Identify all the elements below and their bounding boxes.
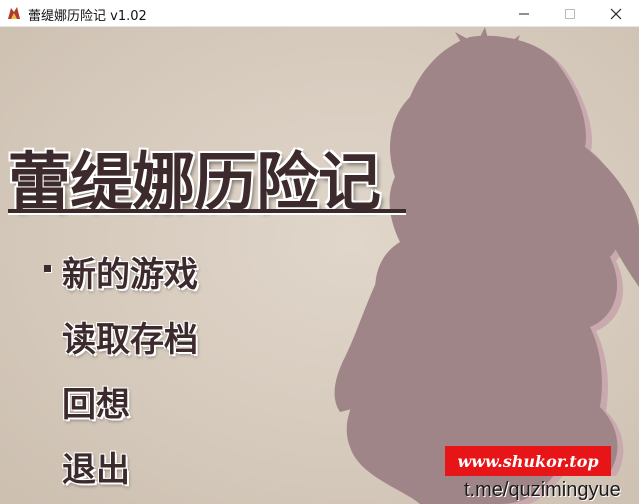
window-title: 蕾缇娜历险记 v1.02	[28, 9, 147, 24]
minimize-button[interactable]	[501, 0, 547, 27]
title-underline	[8, 209, 406, 213]
maximize-button[interactable]	[547, 0, 593, 27]
menu-item-exit[interactable]: 退出	[62, 442, 130, 491]
watermark-site: www.shukor.top	[457, 451, 599, 471]
menu-item-load-game[interactable]: 读取存档	[62, 312, 198, 361]
game-screen: 蕾缇娜历险记 新的游戏 读取存档 回想 退出 www.shukor.top t.…	[0, 27, 639, 504]
watermark-banner: www.shukor.top	[445, 446, 611, 476]
minimize-icon	[519, 13, 529, 14]
close-icon	[610, 8, 622, 19]
menu-cursor-icon	[44, 265, 51, 272]
menu-item-new-game[interactable]: 新的游戏	[62, 247, 198, 296]
close-button[interactable]	[593, 0, 639, 27]
menu-item-recollection[interactable]: 回想	[62, 377, 130, 426]
watermark-link: t.me/quzimingyue	[464, 479, 621, 501]
maximize-icon	[565, 8, 575, 19]
app-icon	[8, 7, 20, 19]
window-titlebar: 蕾缇娜历险记 v1.02	[0, 0, 639, 27]
